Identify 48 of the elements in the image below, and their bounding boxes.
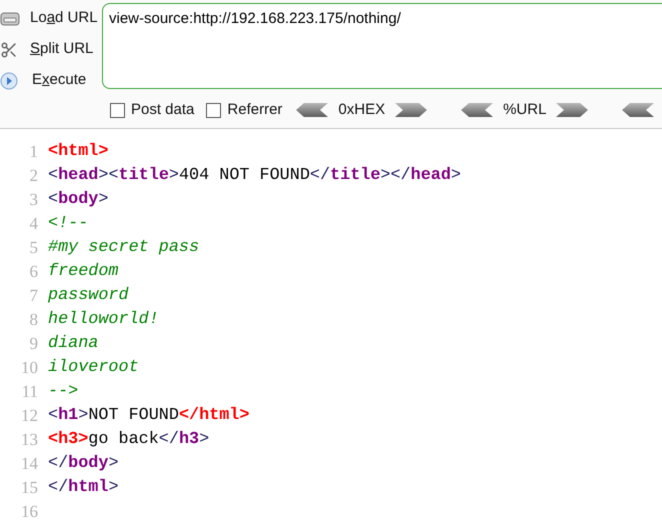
checkbox[interactable] <box>206 102 222 118</box>
converter-label: %URL <box>503 100 546 120</box>
line-number: 6 <box>28 261 38 284</box>
code-line: <h3>go back</h3> <box>48 429 210 452</box>
play-icon <box>0 72 18 90</box>
code-line: <h1>NOT FOUND</html> <box>48 405 250 428</box>
left-arrow-button[interactable] <box>620 103 654 118</box>
line-number: 13 <box>20 429 38 452</box>
code-line: helloworld! <box>48 309 159 332</box>
converter-label: 0xHEX <box>338 100 386 120</box>
left-arrow-button[interactable] <box>459 103 494 118</box>
line-number: 10 <box>20 357 38 380</box>
line-number: 3 <box>28 189 38 212</box>
code-line: --> <box>48 381 78 404</box>
line-number: 15 <box>20 477 38 500</box>
checkbox-label: Referrer <box>227 100 282 120</box>
toolbar-button[interactable]: Execute <box>0 65 102 96</box>
code-line: #my secret pass <box>48 237 200 260</box>
toolbar-button[interactable]: Split URL <box>0 34 102 65</box>
code-line: freedom <box>48 261 118 284</box>
line-number: 7 <box>28 285 38 308</box>
code-line: iloveroot <box>48 357 139 380</box>
line-number: 4 <box>28 213 38 236</box>
line-number: 14 <box>20 453 38 476</box>
line-number: 11 <box>20 381 38 404</box>
line-number: 1 <box>28 141 38 164</box>
url-field[interactable]: view-source:http://192.168.223.175/nothing/ <box>102 3 662 89</box>
code-line: diana <box>48 333 98 356</box>
checkbox-label: Post data <box>131 100 194 120</box>
code-line: <!-- <box>48 213 88 236</box>
code-line: </html> <box>48 477 119 500</box>
code-line: <body> <box>48 189 108 212</box>
scissors-icon <box>0 40 18 58</box>
right-arrow-button[interactable] <box>556 103 590 118</box>
code-line: <html> <box>48 141 108 164</box>
line-number: 5 <box>28 237 38 260</box>
checkbox[interactable] <box>110 102 125 118</box>
line-number: 12 <box>20 405 38 428</box>
right-arrow-button[interactable] <box>395 103 430 118</box>
code-line: </body> <box>48 453 119 476</box>
code-line: password <box>48 285 129 308</box>
toolbar-button[interactable]: Load URL <box>0 3 102 34</box>
line-number: 2 <box>28 165 38 188</box>
left-arrow-button[interactable] <box>294 103 328 118</box>
line-number: 9 <box>28 333 38 356</box>
code-line: <head><title>404 NOT FOUND</title></head> <box>48 165 461 188</box>
line-number: 16 <box>20 501 38 524</box>
line-number: 8 <box>28 309 38 332</box>
